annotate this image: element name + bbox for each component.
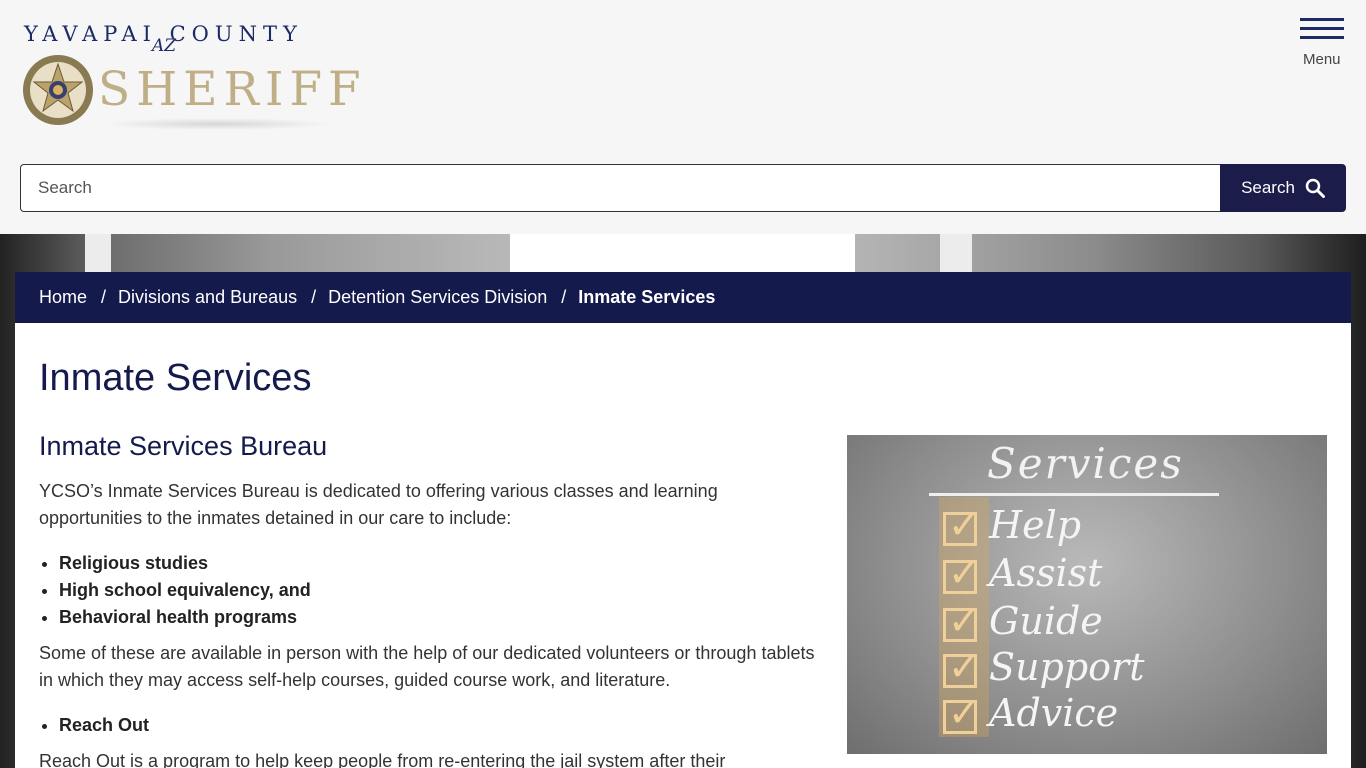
chalkboard-item: Support [943,645,1144,689]
hero-background-detail [510,234,855,274]
site-header: YAVAPAI COUNTY AZ SHERIFF Menu Search [0,0,1366,234]
sheriff-badge-icon [23,55,93,125]
menu-button[interactable]: Menu [1300,18,1350,72]
checkbox-icon [943,691,980,735]
hamburger-icon [1300,18,1350,39]
page-title: Inmate Services [39,357,312,399]
chalkboard-underline [929,493,1219,496]
reach-out-list: Reach Out [59,712,819,739]
search-button[interactable]: Search [1220,164,1346,212]
breadcrumb: Home / Divisions and Bureaus / Detention… [15,272,1351,323]
services-chalkboard-image: Services Help Assist Guide Support Advic… [847,435,1327,754]
checkbox-icon [943,503,980,547]
search-button-label: Search [1241,178,1295,197]
checkbox-icon [943,645,980,689]
chalkboard-item: Advice [943,691,1118,735]
body-text: YCSO’s Inmate Services Bureau is dedicat… [39,478,819,768]
logo-swoosh [102,118,332,130]
sheriff-logo[interactable]: YAVAPAI COUNTY AZ SHERIFF [22,18,361,133]
breadcrumb-separator: / [101,287,107,307]
intro-paragraph: YCSO’s Inmate Services Bureau is dedicat… [39,481,718,528]
hero-background-detail [85,234,111,274]
list-item: Reach Out [59,712,819,739]
breadcrumb-separator: / [311,287,317,307]
list-item: High school equivalency, and [59,577,819,604]
menu-label: Menu [1303,51,1341,68]
search-icon [1305,178,1325,198]
logo-az-text: AZ [152,36,177,56]
breadcrumb-current: Inmate Services [578,287,716,307]
availability-paragraph: Some of these are available in person wi… [39,643,815,690]
search-input[interactable] [20,164,1221,212]
search-bar: Search [20,164,1346,212]
chalkboard-title: Services [987,439,1184,488]
list-item: Religious studies [59,550,819,577]
section-title: Inmate Services Bureau [39,431,328,461]
program-list: Religious studies High school equivalenc… [59,550,819,631]
main-content: Inmate Services Inmate Services Bureau Y… [15,323,1351,768]
checkbox-icon [943,551,980,595]
chalkboard-item: Guide [943,599,1103,643]
breadcrumb-divisions-link[interactable]: Divisions and Bureaus [118,287,297,308]
reach-out-paragraph: Reach Out is a program to help keep peop… [39,751,726,768]
chalkboard-item: Help [943,503,1081,547]
chalkboard-item: Assist [943,551,1102,595]
breadcrumb-separator: / [561,287,567,307]
list-item: Behavioral health programs [59,604,819,631]
breadcrumb-home-link[interactable]: Home [39,287,87,308]
breadcrumb-detention-link[interactable]: Detention Services Division [328,287,547,308]
checkbox-icon [943,599,980,643]
logo-sheriff-text: SHERIFF [98,62,367,117]
hero-background-detail [940,234,972,274]
